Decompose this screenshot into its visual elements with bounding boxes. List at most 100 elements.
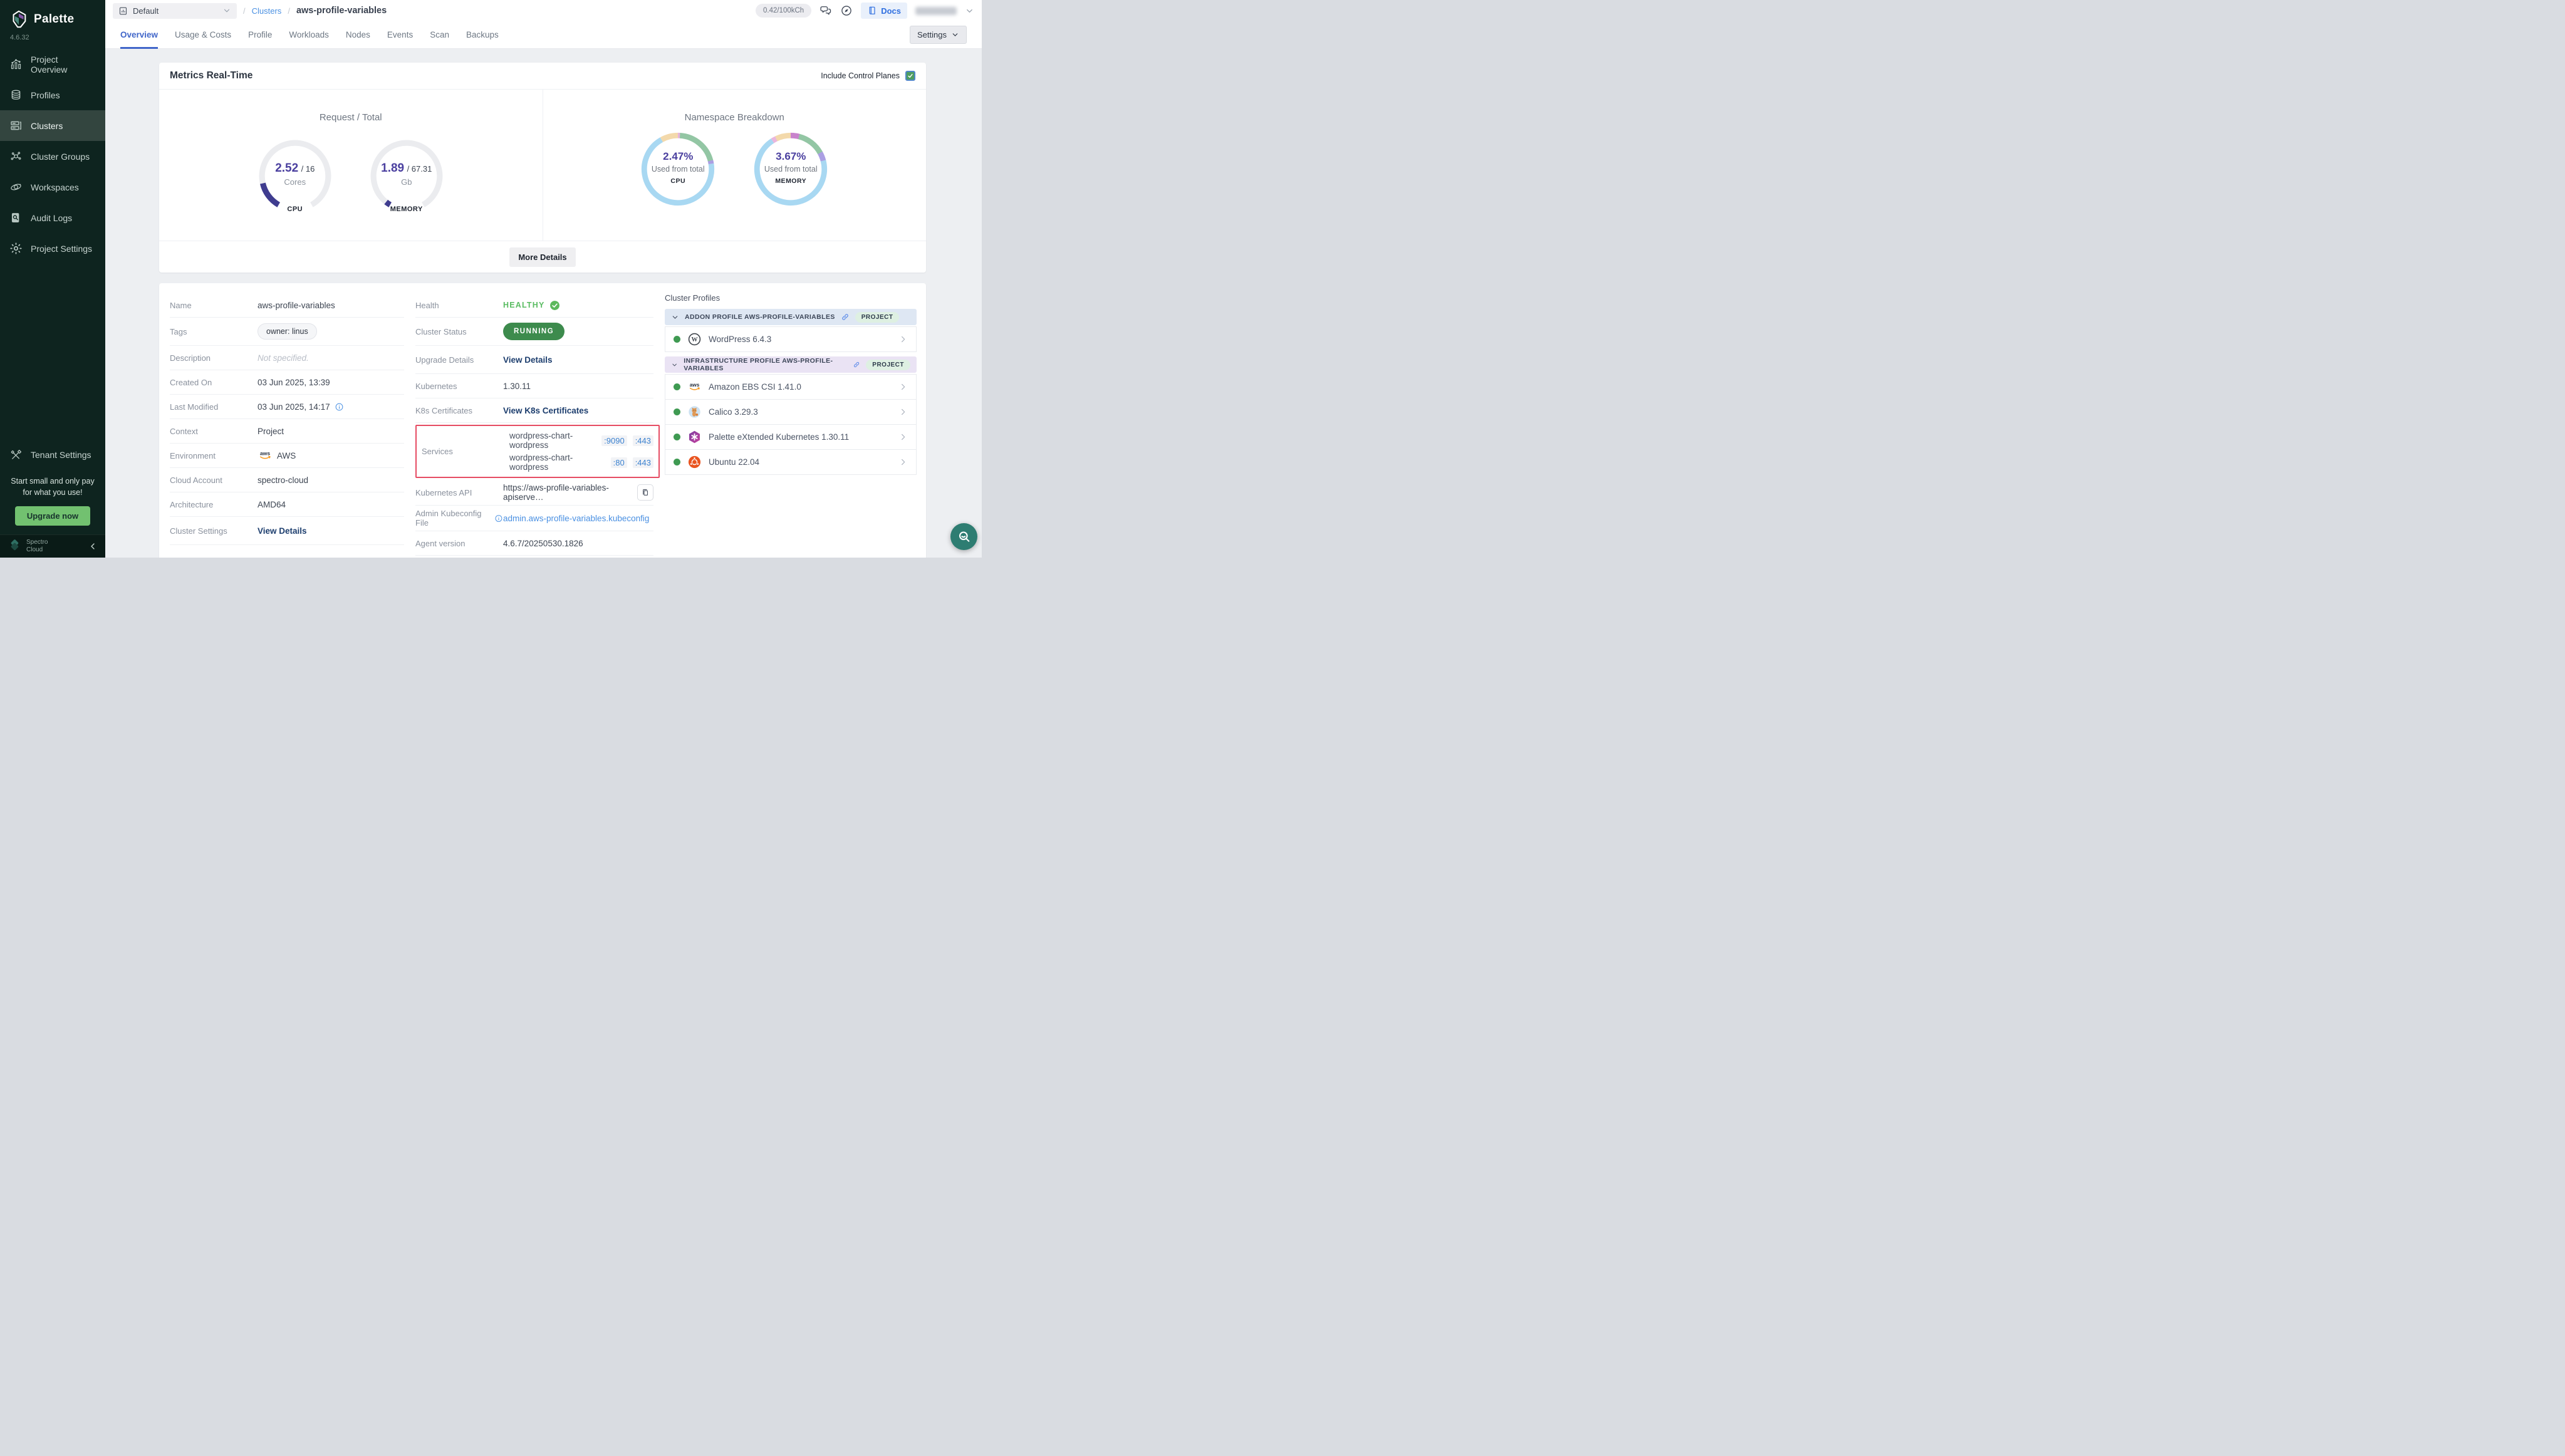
detail-label: Cluster Status bbox=[415, 327, 503, 336]
topbar: Default / Clusters / aws-profile-variabl… bbox=[105, 0, 982, 21]
sidebar-item-project-overview[interactable]: Project Overview bbox=[0, 49, 105, 80]
sidebar-item-profiles[interactable]: Profiles bbox=[0, 80, 105, 110]
settings-button[interactable]: Settings bbox=[910, 26, 967, 44]
detail-label: Upgrade Details bbox=[415, 355, 503, 365]
svg-text:aws: aws bbox=[690, 382, 700, 388]
sidebar-item-label: Project Settings bbox=[31, 244, 92, 254]
sidebar-item-label: Profiles bbox=[31, 90, 60, 100]
tab-scan[interactable]: Scan bbox=[430, 21, 449, 49]
aws-logo-icon: aws bbox=[687, 380, 702, 394]
profile-item-label: Amazon EBS CSI 1.41.0 bbox=[709, 382, 801, 392]
status-dot bbox=[674, 459, 680, 465]
service-port-link[interactable]: :9090 bbox=[601, 435, 627, 446]
tab-profile[interactable]: Profile bbox=[248, 21, 272, 49]
sidebar-item-label: Project Overview bbox=[31, 55, 96, 75]
ubuntu-logo-icon bbox=[687, 455, 702, 469]
tab-events[interactable]: Events bbox=[387, 21, 413, 49]
sidebar-item-clusters[interactable]: Clusters bbox=[0, 110, 105, 141]
svg-text:W: W bbox=[691, 336, 697, 343]
clusters-icon bbox=[9, 119, 23, 132]
detail-value: 4.6.7/20250530.1826 bbox=[503, 539, 583, 548]
detail-row-created-on: Created On03 Jun 2025, 13:39 bbox=[170, 370, 404, 395]
user-name-blurred[interactable] bbox=[915, 7, 957, 15]
info-icon[interactable] bbox=[335, 402, 344, 412]
detail-value: aws-profile-variables bbox=[258, 301, 335, 310]
profile-title: INFRASTRUCTURE PROFILE AWS-PROFILE-VARIA… bbox=[684, 357, 847, 372]
detail-row-kubernetes: Kubernetes1.30.11 bbox=[415, 374, 653, 398]
request-total-panel: Request / Total 2.52 / 16 Cores CPU 1.89… bbox=[159, 90, 543, 241]
detail-row-agent-version: Agent version4.6.7/20250530.1826 bbox=[415, 531, 653, 556]
sidebar-collapse-icon[interactable] bbox=[88, 541, 98, 551]
breadcrumb-clusters-link[interactable]: Clusters bbox=[252, 6, 282, 16]
more-details-button[interactable]: More Details bbox=[509, 247, 575, 267]
profile-header-addon[interactable]: ADDON PROFILE AWS-PROFILE-VARIABLES PROJ… bbox=[665, 309, 917, 325]
compass-icon[interactable] bbox=[840, 4, 853, 17]
detail-label: K8s Certificates bbox=[415, 406, 503, 415]
tab-overview[interactable]: Overview bbox=[120, 21, 158, 49]
view-details-link[interactable]: View Details bbox=[503, 355, 553, 365]
kubeconfig-link[interactable]: admin.aws-profile-variables.kubeconfig bbox=[503, 514, 649, 523]
detail-label: Last Modified bbox=[170, 402, 258, 412]
tab-usage-costs[interactable]: Usage & Costs bbox=[175, 21, 231, 49]
sidebar-item-tenant-settings[interactable]: Tenant Settings bbox=[0, 440, 105, 471]
link-icon bbox=[853, 360, 860, 369]
detail-label: Agent version bbox=[415, 539, 503, 548]
detail-value: 1.30.11 bbox=[503, 382, 531, 391]
profile-item-label: WordPress 6.4.3 bbox=[709, 335, 771, 344]
profile-item-wordpress-6-4-3[interactable]: W WordPress 6.4.3 bbox=[665, 326, 917, 352]
view-k8s-certificates-link[interactable]: View K8s Certificates bbox=[503, 406, 588, 415]
tab-workloads[interactable]: Workloads bbox=[289, 21, 329, 49]
view-details-link[interactable]: View Details bbox=[258, 526, 307, 536]
app-version: 4.6.32 bbox=[0, 30, 105, 49]
profile-item-label: Ubuntu 22.04 bbox=[709, 457, 759, 467]
detail-row-cluster-settings: Cluster SettingsView Details bbox=[170, 517, 404, 545]
service-port-link[interactable]: :443 bbox=[633, 435, 653, 446]
sidebar-item-cluster-groups[interactable]: Cluster Groups bbox=[0, 141, 105, 172]
chevron-down-icon[interactable] bbox=[671, 361, 678, 369]
sidebar: Palette 4.6.32 Project Overview Profiles… bbox=[0, 0, 105, 558]
profile-item-ubuntu-22-04[interactable]: Ubuntu 22.04 bbox=[665, 449, 917, 475]
chat-icon[interactable] bbox=[819, 4, 832, 17]
profile-header-infra[interactable]: INFRASTRUCTURE PROFILE AWS-PROFILE-VARIA… bbox=[665, 356, 917, 373]
sidebar-footer: Spectro Cloud bbox=[0, 534, 105, 558]
profile-item-palette-extended-kubernetes-1-30-11[interactable]: Palette eXtended Kubernetes 1.30.11 bbox=[665, 424, 917, 450]
donut-metric-label: CPU bbox=[639, 177, 717, 185]
service-port-link[interactable]: :443 bbox=[633, 457, 653, 468]
magnifier-smile-icon bbox=[957, 529, 972, 544]
project-selector[interactable]: Default bbox=[113, 3, 237, 19]
metrics-card-footer: More Details bbox=[159, 241, 926, 273]
detail-row-k8s-certificates: K8s CertificatesView K8s Certificates bbox=[415, 398, 653, 423]
request-total-gauges: 2.52 / 16 Cores CPU 1.89 / 67.31 Gb MEMO… bbox=[159, 138, 543, 213]
donut-caption: Used from total bbox=[639, 165, 717, 174]
detail-row-admin-kubeconfig-file: Admin Kubeconfig Fileadmin.aws-profile-v… bbox=[415, 506, 653, 531]
service-entry: wordpress-chart-wordpress:80:443 bbox=[509, 453, 653, 472]
calico-logo-icon bbox=[687, 405, 702, 419]
detail-row-context: ContextProject bbox=[170, 419, 404, 444]
tab-nodes[interactable]: Nodes bbox=[346, 21, 370, 49]
content: Metrics Real-Time Include Control Planes… bbox=[105, 49, 982, 558]
status-dot bbox=[674, 383, 680, 390]
sidebar-item-audit-logs[interactable]: Audit Logs bbox=[0, 202, 105, 233]
sidebar-item-project-settings[interactable]: Project Settings bbox=[0, 233, 105, 264]
detail-row-cluster-status: Cluster StatusRUNNING bbox=[415, 318, 653, 346]
profile-item-calico-3-29-3[interactable]: Calico 3.29.3 bbox=[665, 399, 917, 425]
info-icon[interactable] bbox=[494, 514, 503, 523]
copy-button[interactable] bbox=[637, 484, 653, 501]
profile-item-amazon-ebs-csi-1-41-0[interactable]: aws Amazon EBS CSI 1.41.0 bbox=[665, 374, 917, 400]
service-port-link[interactable]: :80 bbox=[611, 457, 627, 468]
profile-section-infra: INFRASTRUCTURE PROFILE AWS-PROFILE-VARIA… bbox=[665, 356, 917, 475]
help-search-button[interactable] bbox=[950, 523, 977, 550]
cluster-profiles-column: Cluster Profiles ADDON PROFILE AWS-PROFI… bbox=[665, 293, 917, 558]
link-icon bbox=[841, 313, 850, 321]
sidebar-item-workspaces[interactable]: Workspaces bbox=[0, 172, 105, 202]
chevron-down-icon bbox=[951, 31, 959, 39]
request-total-title: Request / Total bbox=[159, 112, 543, 123]
services-list: wordpress-chart-wordpress:9090:443wordpr… bbox=[509, 431, 653, 472]
breadcrumb-current: aws-profile-variables bbox=[296, 6, 387, 16]
chevron-down-icon[interactable] bbox=[671, 313, 679, 321]
user-menu-chevron-icon[interactable] bbox=[965, 6, 974, 16]
docs-button[interactable]: Docs bbox=[861, 3, 907, 19]
upgrade-now-button[interactable]: Upgrade now bbox=[15, 506, 90, 526]
tab-backups[interactable]: Backups bbox=[466, 21, 499, 49]
include-control-planes-checkbox[interactable] bbox=[905, 71, 915, 81]
